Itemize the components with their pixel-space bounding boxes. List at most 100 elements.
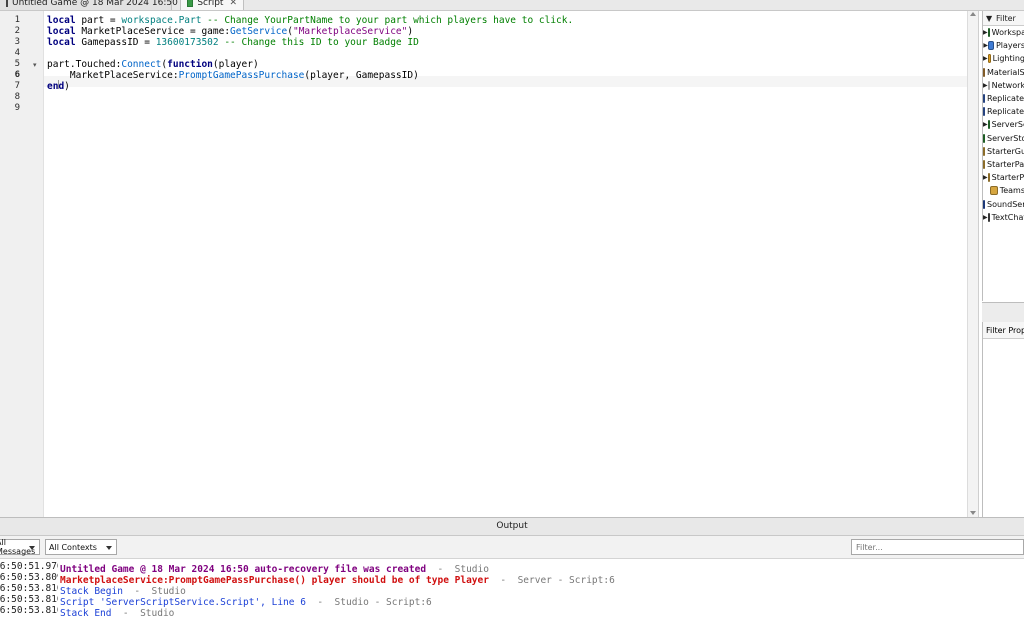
service-icon xyxy=(988,28,990,37)
output-filter-input[interactable] xyxy=(851,539,1024,555)
explorer-item-label: ServerStorage xyxy=(987,134,1024,143)
code-line[interactable]: local GamepassID = 13600173502 -- Change… xyxy=(47,37,573,48)
explorer-item[interactable]: ▶ ServerScriptService xyxy=(983,118,1024,131)
code-line[interactable]: MarketPlaceService:PromptGamePassPurchas… xyxy=(47,70,573,81)
code-line[interactable]: part.Touched:Connect(function(player) xyxy=(47,59,573,70)
expand-arrow-icon[interactable]: ▶ xyxy=(983,82,988,89)
service-icon xyxy=(983,94,985,103)
panel-splitter[interactable] xyxy=(982,302,1024,324)
contexts-select[interactable]: All Contexts xyxy=(45,539,117,555)
service-icon xyxy=(988,120,990,129)
explorer-item[interactable]: Teams xyxy=(983,184,1024,197)
expand-arrow-icon[interactable]: ▶ xyxy=(983,214,988,221)
editor-scrollbar[interactable] xyxy=(967,11,978,517)
code-line[interactable] xyxy=(47,103,573,114)
expand-arrow-icon[interactable]: ▶ xyxy=(983,174,988,181)
line-numbers: 123456789 xyxy=(0,15,20,114)
script-icon xyxy=(187,0,193,7)
service-icon xyxy=(983,107,985,116)
explorer-item[interactable]: ▶TextChatService xyxy=(983,211,1024,224)
scroll-up-icon[interactable] xyxy=(970,12,976,16)
service-icon xyxy=(988,81,990,90)
explorer-panel: ▼ Filter ▶Workspace▶Players▶LightingMate… xyxy=(982,11,1024,301)
explorer-item[interactable]: ▶ NetworkClient xyxy=(983,79,1024,92)
code-line[interactable]: local MarketPlaceService = game:GetServi… xyxy=(47,26,573,37)
explorer-item-label: ReplicatedStorage xyxy=(987,107,1024,116)
explorer-item-label: StarterPlayer xyxy=(992,173,1024,182)
line-number-gutter: 123456789 ▾ xyxy=(0,11,44,517)
explorer-filter-label: Filter xyxy=(996,14,1016,23)
explorer-item-label: NetworkClient xyxy=(992,81,1024,90)
explorer-item[interactable]: SoundService xyxy=(983,197,1024,210)
tab-script[interactable]: Script ✕ xyxy=(180,0,244,10)
line-number: 4 xyxy=(0,48,20,59)
explorer-item[interactable]: ServerStorage xyxy=(983,132,1024,145)
code-token: local xyxy=(47,37,76,48)
explorer-filter[interactable]: ▼ Filter xyxy=(983,11,1024,26)
code-token: local xyxy=(47,15,76,26)
contexts-select-value: All Contexts xyxy=(49,543,97,552)
code-area[interactable]: local part = workspace.Part -- Change Yo… xyxy=(47,15,573,114)
tab-untitled-game[interactable]: Untitled Game @ 18 Mar 2024 16:50 ✕ xyxy=(0,0,172,10)
messages-select[interactable]: All Messages xyxy=(0,539,40,555)
explorer-item[interactable]: ▶ StarterPlayer xyxy=(983,171,1024,184)
log-message: Stack End xyxy=(60,608,111,619)
explorer-item-label: ServerScriptService xyxy=(992,120,1024,129)
properties-filter[interactable]: Filter Properties xyxy=(983,322,1024,339)
explorer-item-label: Workspace xyxy=(992,28,1024,37)
explorer-item[interactable]: ReplicatedStorage xyxy=(983,105,1024,118)
code-token: GamepassID = xyxy=(76,37,156,48)
code-line[interactable]: end) xyxy=(47,81,573,92)
expand-arrow-icon[interactable]: ▶ xyxy=(983,121,988,128)
explorer-item[interactable]: StarterGui xyxy=(983,145,1024,158)
filter-icon[interactable]: ▼ xyxy=(986,14,996,23)
code-line[interactable] xyxy=(47,48,573,59)
tab-label: Script xyxy=(197,0,223,8)
explorer-item[interactable]: MaterialService xyxy=(983,66,1024,79)
code-token: function xyxy=(167,59,213,70)
log-entry[interactable]: 16:50:53.810Script 'ServerScriptService.… xyxy=(0,594,615,605)
explorer-item[interactable]: ReplicatedFirst xyxy=(983,92,1024,105)
code-token: workspace.Part xyxy=(121,15,201,26)
fold-toggle-icon[interactable]: ▾ xyxy=(33,61,37,69)
line-number: 2 xyxy=(0,26,20,37)
service-icon xyxy=(988,173,990,182)
code-line[interactable]: local part = workspace.Part -- Change Yo… xyxy=(47,15,573,26)
explorer-item-label: Players xyxy=(996,41,1024,50)
code-token: MarketPlaceService = game: xyxy=(76,26,230,37)
expand-arrow-icon[interactable]: ▶ xyxy=(983,29,988,36)
expand-arrow-icon[interactable]: ▶ xyxy=(983,55,988,62)
log-timestamp: 16:50:53.810 xyxy=(0,605,58,616)
code-token: Connect xyxy=(121,59,161,70)
code-token: MarketPlaceService: xyxy=(47,70,179,81)
document-tab-bar: Untitled Game @ 18 Mar 2024 16:50 ✕ Scri… xyxy=(0,0,1024,11)
explorer-item-label: Lighting xyxy=(993,54,1024,63)
explorer-item[interactable]: ▶Players xyxy=(983,39,1024,52)
service-icon xyxy=(990,186,997,195)
explorer-tree: ▶Workspace▶Players▶LightingMaterialServi… xyxy=(983,26,1024,224)
line-number: 9 xyxy=(0,103,20,114)
output-log: 16:50:51.976Untitled Game @ 18 Mar 2024 … xyxy=(0,561,615,616)
line-number: 1 xyxy=(0,15,20,26)
code-line[interactable] xyxy=(47,92,573,103)
log-entry[interactable]: 16:50:51.976Untitled Game @ 18 Mar 2024 … xyxy=(0,561,615,572)
tab-label: Untitled Game @ 18 Mar 2024 16:50 xyxy=(12,0,178,8)
scroll-down-icon[interactable] xyxy=(970,511,976,515)
service-icon xyxy=(988,54,991,63)
service-icon xyxy=(983,68,985,77)
chevron-down-icon xyxy=(29,546,35,550)
output-panel: Output All Messages All Contexts 16:50:5… xyxy=(0,517,1024,621)
explorer-item[interactable]: StarterPack xyxy=(983,158,1024,171)
log-source: - Server - Script:6 xyxy=(489,575,615,586)
log-source: - Studio - Script:6 xyxy=(306,597,432,608)
log-timestamp: 16:50:53.809 xyxy=(0,572,58,583)
explorer-item[interactable]: ▶ Workspace xyxy=(983,26,1024,39)
script-editor[interactable]: 123456789 ▾ local part = workspace.Part … xyxy=(0,11,979,517)
explorer-item-label: StarterPack xyxy=(987,160,1024,169)
explorer-item[interactable]: ▶ Lighting xyxy=(983,52,1024,65)
close-icon[interactable]: ✕ xyxy=(229,0,237,8)
log-entry[interactable]: 16:50:53.809MarketplaceService:PromptGam… xyxy=(0,572,615,583)
code-token: local xyxy=(47,26,76,37)
code-token: 13600173502 xyxy=(156,37,219,48)
service-icon xyxy=(983,134,985,143)
